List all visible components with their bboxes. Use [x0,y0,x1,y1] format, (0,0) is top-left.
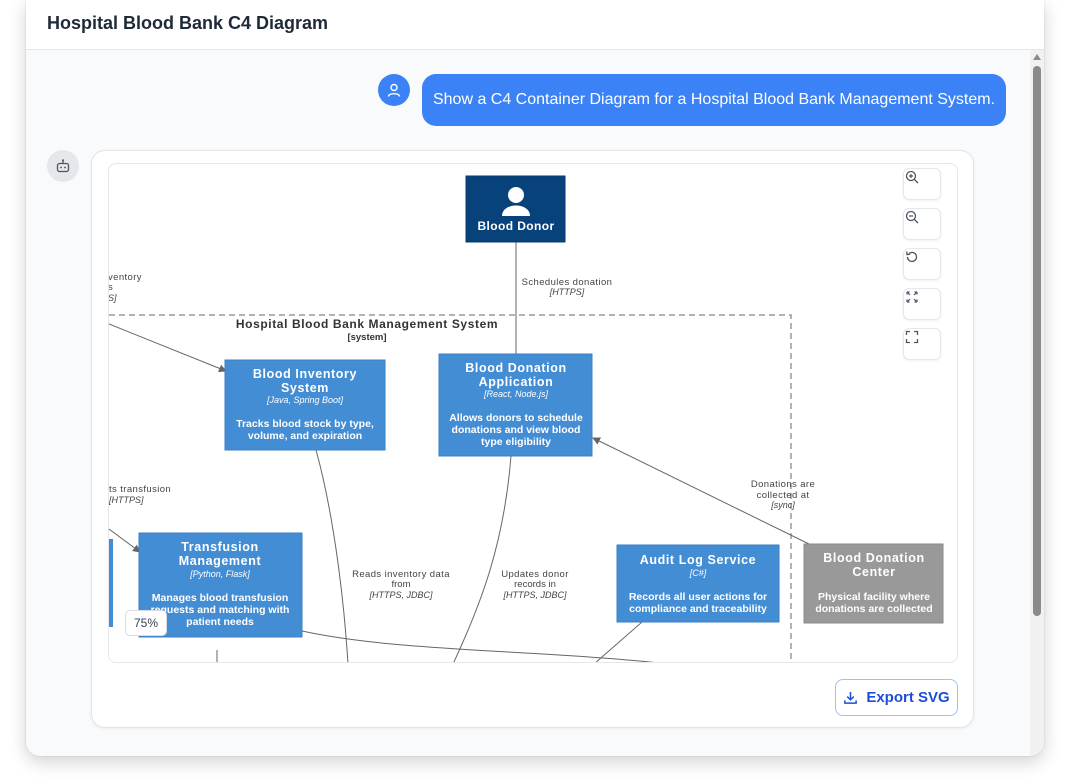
boundary-title: Hospital Blood Bank Management System [236,317,498,331]
inventory-partial-label-2: s [109,282,113,293]
collected-tech: [sync] [770,500,795,510]
donation-app-desc-3: type eligibility [481,436,551,448]
updates-label-2: records in [514,579,556,590]
transfusion-desc-3: patient needs [186,616,254,628]
reset-view-button[interactable] [903,248,941,280]
scroll-up-arrow-icon[interactable] [1033,54,1041,60]
fit-view-button[interactable] [903,288,941,320]
donation-app-desc-1: Allows donors to schedule [449,412,583,424]
boundary-tag: [system] [347,332,386,343]
zoom-in-icon [905,170,919,184]
user-icon [387,83,401,97]
external-donation-center[interactable]: Blood Donation Center Physical facility … [803,543,944,624]
scroll-thumb[interactable] [1033,66,1041,616]
zoom-level-indicator: 75% [125,610,167,636]
transfusion-arrow [109,528,141,553]
container-blood-inventory[interactable]: Blood Inventory System [Java, Spring Boo… [224,359,386,451]
center-desc-2: donations are collected [815,603,932,615]
container-donation-app[interactable]: Blood Donation Application [React, Node.… [438,353,593,457]
inventory-arrow [109,323,227,373]
user-message: Show a C4 Container Diagram for a Hospit… [422,74,1006,126]
collected-label-1: Donations are [751,479,815,490]
inventory-title-1: Blood Inventory [253,367,357,381]
person-blood-donor[interactable]: Blood Donor [465,175,566,243]
schedules-tech: [HTTPS] [549,287,585,297]
inventory-partial-label-1: ventory [109,272,142,283]
export-svg-label: Export SVG [866,689,950,706]
transfusion-tech: [Python, Flask] [189,569,250,579]
page-title: Hospital Blood Bank C4 Diagram [47,13,329,33]
partial-container [109,539,113,627]
audit-tech: [C#] [689,568,707,578]
fullscreen-icon [905,330,919,344]
center-title-2: Center [852,565,895,579]
zoom-out-button[interactable] [903,208,941,240]
c4-diagram: Hospital Blood Bank Management System [s… [109,175,944,662]
audit-desc-2: compliance and traceability [629,603,767,615]
inventory-desc-2: volume, and expiration [248,430,362,442]
person-label: Blood Donor [477,219,554,233]
bot-avatar [47,150,79,182]
download-icon [844,691,858,704]
reads-line [315,449,349,662]
reads-tech: [HTTPS, JDBC] [368,590,433,600]
updates-line [453,455,512,662]
scrollbar[interactable] [1030,50,1044,756]
updates-tech: [HTTPS, JDBC] [502,590,567,600]
transfusion-title-1: Transfusion [181,540,258,554]
transfusion-title-2: Management [179,554,262,568]
reset-icon [906,251,918,263]
audit-desc-1: Records all user actions for [629,591,767,603]
zoom-out-icon [905,210,919,224]
transfusion-partial-label: ts transfusion [109,484,171,495]
export-svg-button[interactable]: Export SVG [835,679,958,716]
transfusion-desc-2: requests and matching with [151,604,290,616]
transfusion-partial-tech: [HTTPS] [109,495,144,505]
user-avatar [378,74,410,106]
donation-app-title-1: Blood Donation [465,361,566,375]
fullscreen-button[interactable] [903,328,941,360]
inventory-partial-tech: S] [109,293,117,303]
center-desc-1: Physical facility where [818,591,930,603]
user-message-text: Show a C4 Container Diagram for a Hospit… [432,91,996,108]
audit-link-line [595,621,643,662]
audit-title: Audit Log Service [640,553,756,567]
donation-app-desc-2: donations and view blood [452,424,581,436]
zoom-in-button[interactable] [903,168,941,200]
donation-app-tech: [React, Node.js] [483,389,549,399]
fit-view-icon [906,291,918,303]
chat-window: Hospital Blood Bank C4 Diagram Show a C4… [26,0,1044,756]
reads-label-2: from [392,579,411,590]
donation-app-title-2: Application [479,375,554,389]
inventory-desc-1: Tracks blood stock by type, [236,418,374,430]
diagram-canvas[interactable]: Hospital Blood Bank Management System [s… [108,163,958,663]
inventory-tech: [Java, Spring Boot] [266,395,344,405]
header: Hospital Blood Bank C4 Diagram [26,0,1044,50]
transfusion-desc-1: Manages blood transfusion [152,592,289,604]
center-title-1: Blood Donation [823,551,924,565]
diagram-card: Hospital Blood Bank Management System [s… [91,150,974,728]
robot-icon [56,159,70,173]
inventory-title-2: System [281,381,329,395]
container-audit-log[interactable]: Audit Log Service [C#] Records all user … [616,544,780,623]
